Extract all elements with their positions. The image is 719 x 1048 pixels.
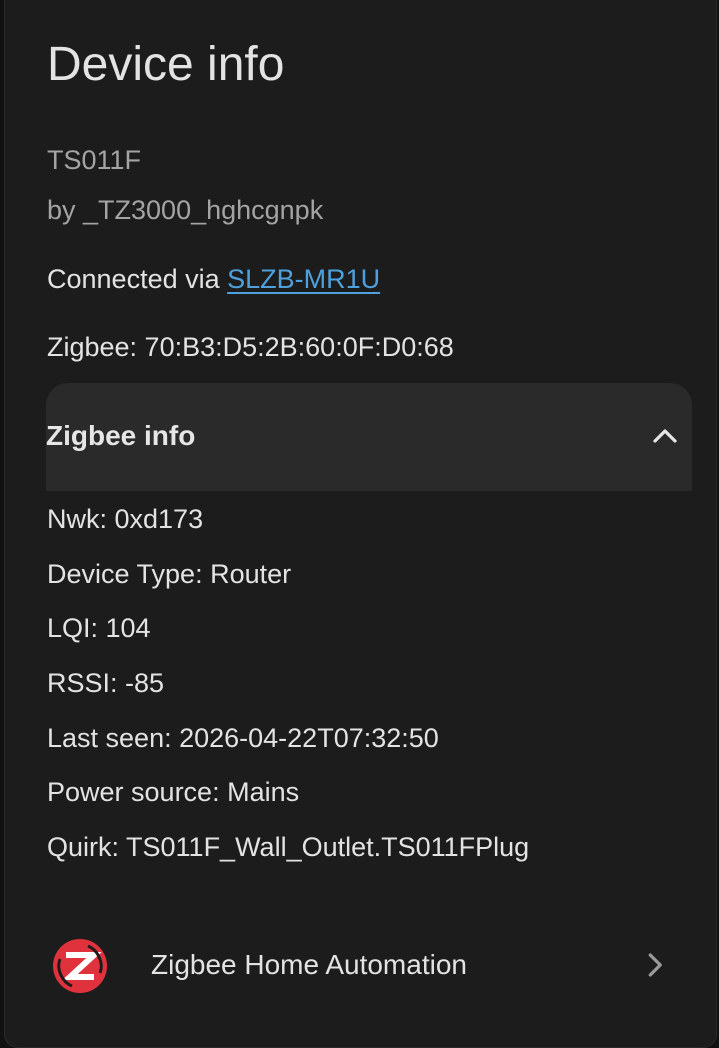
- device-model: TS011F: [47, 145, 142, 175]
- connected-via-link[interactable]: SLZB-MR1U: [227, 264, 380, 294]
- chevron-up-icon[interactable]: [650, 421, 680, 451]
- device-manufacturer: by _TZ3000_hghcgnpk: [47, 195, 324, 225]
- info-quirk: Quirk: TS011F_Wall_Outlet.TS011FPlug: [47, 832, 530, 863]
- chevron-right-icon: [648, 953, 662, 977]
- integration-label: Zigbee Home Automation: [151, 949, 467, 980]
- zigbee-info-list: Nwk: 0xd173 Device Type: Router LQI: 104…: [47, 502, 529, 885]
- info-device-type: Device Type: Router: [47, 558, 292, 589]
- connected-via-label: Connected via: [47, 264, 228, 294]
- device-info-card: Device info TS011F by _TZ3000_hghcgnpk C…: [4, 0, 717, 1048]
- info-nwk: Nwk: 0xd173: [47, 504, 204, 534]
- zigbee-logo-icon: [53, 939, 107, 993]
- info-lqi: LQI: 104: [47, 613, 151, 644]
- card-title: Device info: [47, 38, 285, 91]
- info-last-seen: Last seen: 2026-04-22T07:32:50: [47, 722, 439, 753]
- connected-via: Connected via SLZB-MR1U: [47, 262, 380, 296]
- zigbee-address: Zigbee: 70:B3:D5:2B:60:0F:D0:68: [47, 332, 454, 362]
- integration-row[interactable]: Zigbee Home Automation: [5, 924, 718, 1006]
- zigbee-info-title: Zigbee info: [46, 420, 196, 451]
- zigbee-info-expander[interactable]: Zigbee info: [46, 383, 692, 491]
- info-rssi: RSSI: -85: [47, 668, 165, 699]
- info-power-source: Power source: Mains: [47, 777, 300, 808]
